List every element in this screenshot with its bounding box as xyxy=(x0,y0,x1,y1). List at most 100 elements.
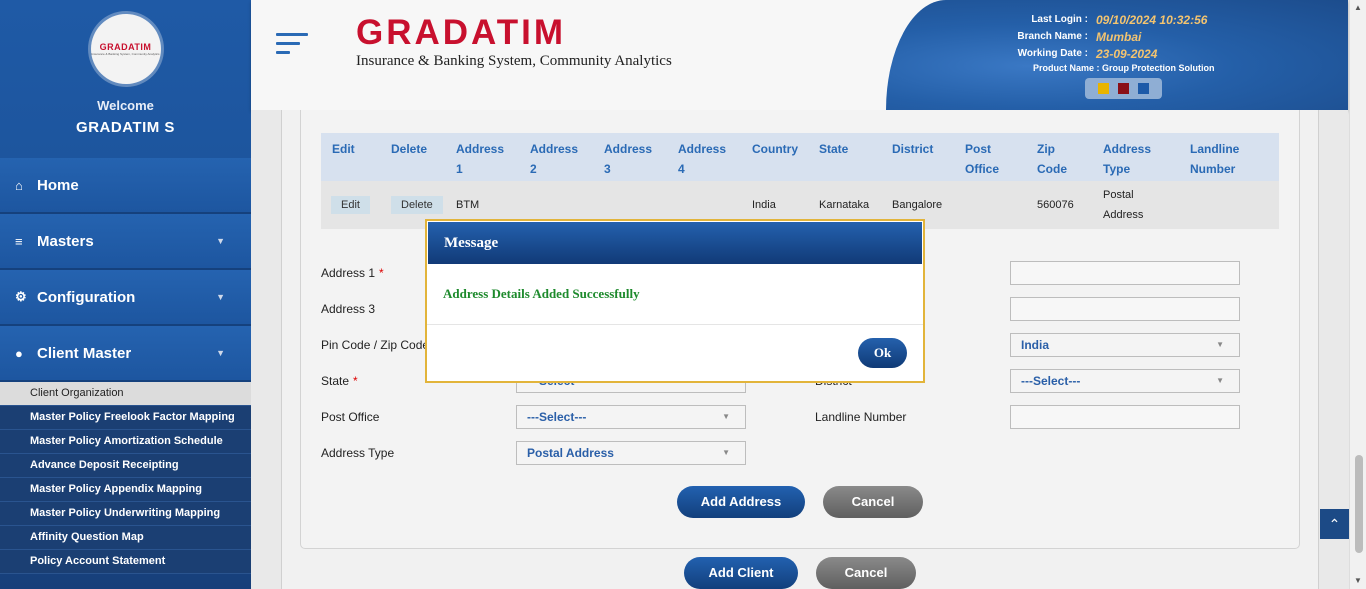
theme-switcher xyxy=(1085,78,1162,99)
database-icon: ≡ xyxy=(15,233,23,249)
theme-red-swatch[interactable] xyxy=(1117,83,1129,94)
address-type-select[interactable]: Postal Address ▼ xyxy=(516,441,746,465)
post-office-select[interactable]: ---Select--- ▼ xyxy=(516,405,746,429)
edit-row-button[interactable]: Edit xyxy=(331,196,370,214)
col-district: District xyxy=(892,142,934,156)
sidebar: GRADATIM Insurance & Banking System, Com… xyxy=(0,0,251,589)
nav-configuration-label: Configuration xyxy=(37,288,136,306)
cancel-address-button[interactable]: Cancel xyxy=(823,486,923,518)
address-type-label: Address Type xyxy=(321,446,395,460)
cell-country: India xyxy=(752,199,776,211)
col-landline: Landline Number xyxy=(1190,142,1240,176)
col-address2: Address 2 xyxy=(530,142,579,176)
submenu-amortization-schedule[interactable]: Master Policy Amortization Schedule xyxy=(0,430,251,454)
landline-label: Landline Number xyxy=(815,410,907,424)
menu-toggle-icon[interactable] xyxy=(276,33,308,60)
profile-section: GRADATIM Insurance & Banking System, Com… xyxy=(0,0,251,158)
post-office-label: Post Office xyxy=(321,410,380,424)
avatar-logo-sub: Insurance & Banking System, Community An… xyxy=(91,52,160,56)
chevron-down-icon: ▼ xyxy=(1216,376,1224,385)
scroll-to-top-button[interactable]: ⌃ xyxy=(1320,509,1349,539)
delete-row-button[interactable]: Delete xyxy=(391,196,443,214)
address-table-header: Edit Delete Address 1 Address 2 Address … xyxy=(321,133,1279,181)
submenu-client-organization[interactable]: Client Organization xyxy=(0,382,251,406)
nav-client-master-label: Client Master xyxy=(37,344,132,362)
chevron-down-icon: ▼ xyxy=(722,448,730,457)
brand-tagline: Insurance & Banking System, Community An… xyxy=(356,53,672,69)
branch-value: Mumbai xyxy=(1096,29,1142,44)
state-label: State * xyxy=(321,374,358,388)
add-address-button[interactable]: Add Address xyxy=(677,486,805,518)
ok-button[interactable]: Ok xyxy=(858,338,907,368)
cell-address-type: Postal Address xyxy=(1103,189,1144,221)
country-select[interactable]: India ▼ xyxy=(1010,333,1240,357)
pincode-label: Pin Code / Zip Code xyxy=(321,338,430,352)
address4-field[interactable] xyxy=(1010,297,1240,321)
chevron-down-icon: ▼ xyxy=(216,348,225,358)
col-zip: Zip Code xyxy=(1037,142,1067,176)
nav-home-label: Home xyxy=(37,176,79,194)
nav-configuration[interactable]: ⚙ Configuration ▼ xyxy=(0,270,251,326)
user-icon: ● xyxy=(15,345,23,361)
submenu-freelook-mapping[interactable]: Master Policy Freelook Factor Mapping xyxy=(0,406,251,430)
district-select[interactable]: ---Select--- ▼ xyxy=(1010,369,1240,393)
address2-field[interactable] xyxy=(1010,261,1240,285)
page-scrollbar[interactable]: ▲ ▼ xyxy=(1349,0,1366,589)
product-name: Product Name : Group Protection Solution xyxy=(1033,63,1215,73)
welcome-text: Welcome xyxy=(97,98,154,113)
col-address1: Address 1 xyxy=(456,142,505,176)
chevron-down-icon: ▼ xyxy=(216,292,225,302)
working-date-label: Working Date : xyxy=(1017,48,1088,59)
nav-client-master[interactable]: ● Client Master ▼ xyxy=(0,326,251,382)
theme-blue-swatch[interactable] xyxy=(1138,83,1150,94)
cell-zip: 560076 xyxy=(1037,199,1074,211)
col-address3: Address 3 xyxy=(604,142,653,176)
brand-name: GRADATIM xyxy=(356,13,566,52)
col-edit: Edit xyxy=(332,142,355,156)
last-login-label: Last Login : xyxy=(1031,14,1088,25)
client-master-submenu: Client Organization Master Policy Freelo… xyxy=(0,382,251,574)
top-header: GRADATIM Insurance & Banking System, Com… xyxy=(251,0,1348,110)
address3-label: Address 3 xyxy=(321,302,376,316)
scroll-down-arrow-icon[interactable]: ▼ xyxy=(1354,576,1362,585)
landline-field[interactable] xyxy=(1010,405,1240,429)
nav-masters[interactable]: ≡ Masters ▼ xyxy=(0,214,251,270)
cell-state: Karnataka xyxy=(819,199,870,211)
add-client-button[interactable]: Add Client xyxy=(684,557,798,589)
col-state: State xyxy=(819,142,849,156)
gears-icon: ⚙ xyxy=(15,289,27,304)
chevron-down-icon: ▼ xyxy=(216,236,225,246)
cell-address1: BTM xyxy=(456,199,480,211)
dialog-message: Address Details Added Successfully xyxy=(427,265,923,325)
submenu-underwriting-mapping[interactable]: Master Policy Underwriting Mapping xyxy=(0,502,251,526)
submenu-advance-deposit[interactable]: Advance Deposit Receipting xyxy=(0,454,251,478)
cancel-client-button[interactable]: Cancel xyxy=(816,557,916,589)
nav-masters-label: Masters xyxy=(37,232,94,250)
scroll-up-arrow-icon[interactable]: ▲ xyxy=(1354,3,1362,12)
dialog-title: Message xyxy=(428,222,922,264)
session-info: Last Login : 09/10/2024 10:32:56 Branch … xyxy=(1017,11,1218,62)
theme-yellow-swatch[interactable] xyxy=(1097,83,1109,94)
last-login-value: 09/10/2024 10:32:56 xyxy=(1096,12,1208,27)
col-country: Country xyxy=(752,142,798,156)
chevron-up-icon: ⌃ xyxy=(1328,516,1341,532)
col-address4: Address 4 xyxy=(678,142,727,176)
avatar: GRADATIM Insurance & Banking System, Com… xyxy=(90,14,161,84)
submenu-policy-account-statement[interactable]: Policy Account Statement xyxy=(0,550,251,574)
branch-label: Branch Name : xyxy=(1017,31,1088,42)
working-date-value: 23-09-2024 xyxy=(1096,46,1158,61)
submenu-affinity-question-map[interactable]: Affinity Question Map xyxy=(0,526,251,550)
address1-label: Address 1 * xyxy=(321,266,384,280)
username: GRADATIM S xyxy=(76,119,175,136)
scrollbar-thumb[interactable] xyxy=(1355,455,1363,553)
cell-district: Bangalore xyxy=(892,199,943,211)
nav-home[interactable]: ⌂ Home xyxy=(0,158,251,214)
avatar-logo: GRADATIM xyxy=(99,42,152,52)
message-dialog: Message Address Details Added Successful… xyxy=(425,219,925,383)
col-address-type: Address Type xyxy=(1103,142,1152,176)
col-delete: Delete xyxy=(391,142,428,156)
chevron-down-icon: ▼ xyxy=(1216,340,1224,349)
chevron-down-icon: ▼ xyxy=(722,412,730,421)
brand-logo: GRADATIM Insurance & Banking System, Com… xyxy=(356,14,672,70)
submenu-appendix-mapping[interactable]: Master Policy Appendix Mapping xyxy=(0,478,251,502)
